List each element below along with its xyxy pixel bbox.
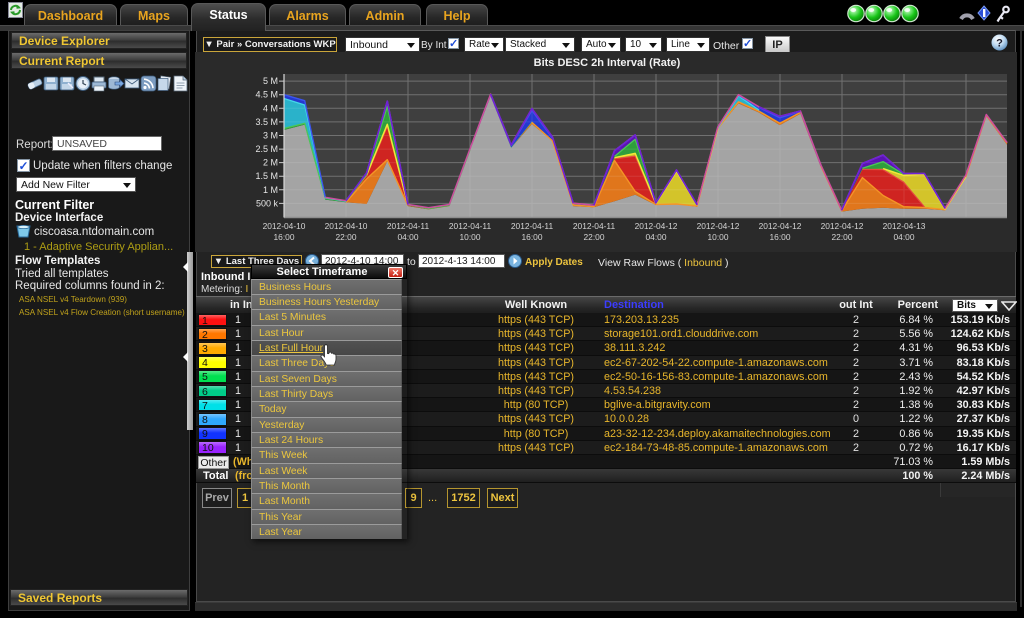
svg-text:2012-04-11: 2012-04-11 bbox=[511, 221, 554, 231]
svg-text:2012-04-11: 2012-04-11 bbox=[449, 221, 492, 231]
svg-text:5 M: 5 M bbox=[263, 76, 278, 86]
svg-text:2012-04-12: 2012-04-12 bbox=[697, 221, 740, 231]
svg-text:Bits DESC 2h Interval (Rate): Bits DESC 2h Interval (Rate) bbox=[534, 57, 681, 69]
svg-text:10:00: 10:00 bbox=[708, 232, 729, 242]
svg-text:4.5 M: 4.5 M bbox=[255, 90, 278, 100]
svg-text:16:00: 16:00 bbox=[274, 232, 295, 242]
svg-text:3 M: 3 M bbox=[263, 131, 278, 141]
svg-text:22:00: 22:00 bbox=[832, 232, 853, 242]
svg-text:04:00: 04:00 bbox=[894, 232, 915, 242]
svg-text:2012-04-12: 2012-04-12 bbox=[635, 221, 678, 231]
svg-text:22:00: 22:00 bbox=[584, 232, 605, 242]
svg-text:?: ? bbox=[996, 38, 1003, 50]
svg-text:16:00: 16:00 bbox=[770, 232, 791, 242]
svg-text:22:00: 22:00 bbox=[336, 232, 357, 242]
svg-text:10:00: 10:00 bbox=[460, 232, 481, 242]
svg-text:16:00: 16:00 bbox=[522, 232, 543, 242]
svg-text:2012-04-10: 2012-04-10 bbox=[325, 221, 368, 231]
svg-text:1.5 M: 1.5 M bbox=[255, 171, 278, 181]
svg-text:3.5 M: 3.5 M bbox=[255, 117, 278, 127]
svg-text:4 M: 4 M bbox=[263, 103, 278, 113]
svg-text:2012-04-13: 2012-04-13 bbox=[883, 221, 926, 231]
svg-text:500 k: 500 k bbox=[256, 198, 279, 208]
svg-text:2 M: 2 M bbox=[263, 158, 278, 168]
svg-text:04:00: 04:00 bbox=[646, 232, 667, 242]
svg-text:2012-04-11: 2012-04-11 bbox=[387, 221, 430, 231]
svg-text:1 M: 1 M bbox=[263, 185, 278, 195]
svg-text:2012-04-11: 2012-04-11 bbox=[573, 221, 616, 231]
svg-text:2012-04-12: 2012-04-12 bbox=[821, 221, 864, 231]
svg-text:2.5 M: 2.5 M bbox=[255, 144, 278, 154]
svg-text:2012-04-10: 2012-04-10 bbox=[263, 221, 306, 231]
svg-text:04:00: 04:00 bbox=[398, 232, 419, 242]
svg-text:2012-04-12: 2012-04-12 bbox=[759, 221, 802, 231]
